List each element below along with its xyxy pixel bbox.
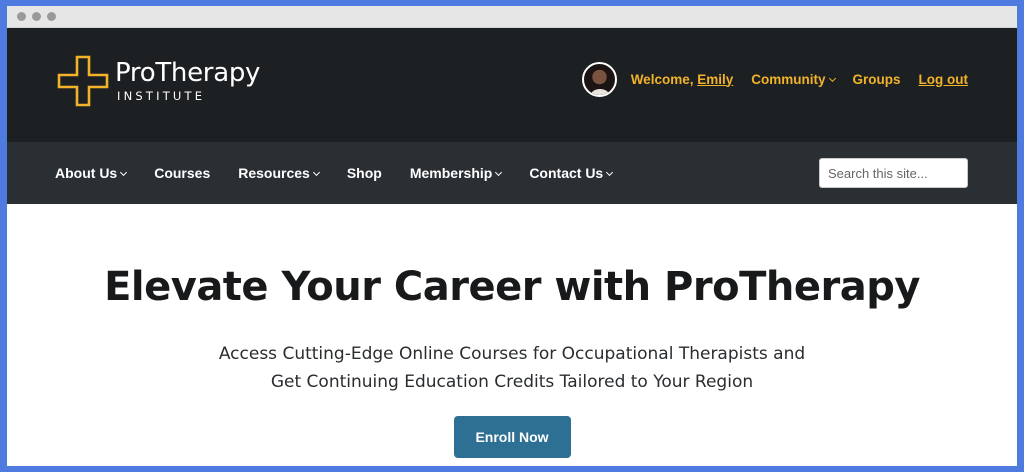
user-name-link[interactable]: Emily <box>697 72 733 87</box>
groups-link[interactable]: Groups <box>853 72 901 87</box>
welcome-link[interactable]: Welcome, Emily <box>631 72 734 87</box>
community-label: Community <box>751 71 826 87</box>
logo-title: ProTherapy <box>115 58 261 88</box>
hero-title: Elevate Your Career with ProTherapy <box>104 264 920 310</box>
site-header: ProTherapy INSTITUTE Welcome, Emily Comm… <box>7 28 1017 142</box>
nav-item-courses[interactable]: Courses <box>154 165 210 181</box>
nav-label: About Us <box>55 165 118 181</box>
hero-section: Elevate Your Career with ProTherapy Acce… <box>7 264 1017 458</box>
logout-label: Log out <box>918 71 968 87</box>
nav-label: Resources <box>238 165 310 181</box>
browser-window: ProTherapy INSTITUTE Welcome, Emily Comm… <box>7 6 1017 466</box>
nav-label: Shop <box>346 165 382 181</box>
cross-outline-icon <box>57 55 109 107</box>
nav-item-resources[interactable]: Resources <box>238 165 320 181</box>
chevron-down-icon <box>828 74 836 82</box>
site-logo[interactable]: ProTherapy INSTITUTE <box>55 53 260 109</box>
window-dot-close[interactable] <box>17 12 26 21</box>
nav-item-membership[interactable]: Membership <box>409 165 503 181</box>
hero-subtitle: Access Cutting-Edge Online Courses for O… <box>7 340 1017 396</box>
nav-item-about-us[interactable]: About Us <box>55 165 128 181</box>
nav-item-shop[interactable]: Shop <box>347 165 382 181</box>
chevron-down-icon <box>120 168 128 177</box>
hero-subtitle-line-1: Access Cutting-Edge Online Courses for O… <box>218 344 806 364</box>
nav-label: Courses <box>154 165 211 181</box>
enroll-now-button[interactable]: Enroll Now <box>453 416 571 458</box>
main-nav: About Us Courses Resources Shop Membersh… <box>7 142 1017 204</box>
nav-label: Membership <box>409 165 493 181</box>
welcome-prefix: Welcome, <box>630 71 698 87</box>
nav-item-contact-us[interactable]: Contact Us <box>529 165 614 181</box>
search-input[interactable] <box>819 158 968 188</box>
user-nav: Welcome, Emily Community Groups Log out <box>581 61 968 97</box>
logout-link[interactable]: Log out <box>919 72 968 87</box>
window-dot-minimize[interactable] <box>32 12 41 21</box>
chevron-down-icon <box>606 168 614 177</box>
community-menu[interactable]: Community <box>751 71 836 87</box>
logo-subtitle: INSTITUTE <box>117 89 206 103</box>
browser-chrome <box>7 6 1017 28</box>
nav-label: Contact Us <box>529 165 604 181</box>
chevron-down-icon <box>495 168 503 177</box>
avatar[interactable] <box>581 61 617 97</box>
hero-subtitle-line-2: Get Continuing Education Credits Tailore… <box>270 372 754 392</box>
window-dot-maximize[interactable] <box>47 12 56 21</box>
chevron-down-icon <box>312 168 320 177</box>
